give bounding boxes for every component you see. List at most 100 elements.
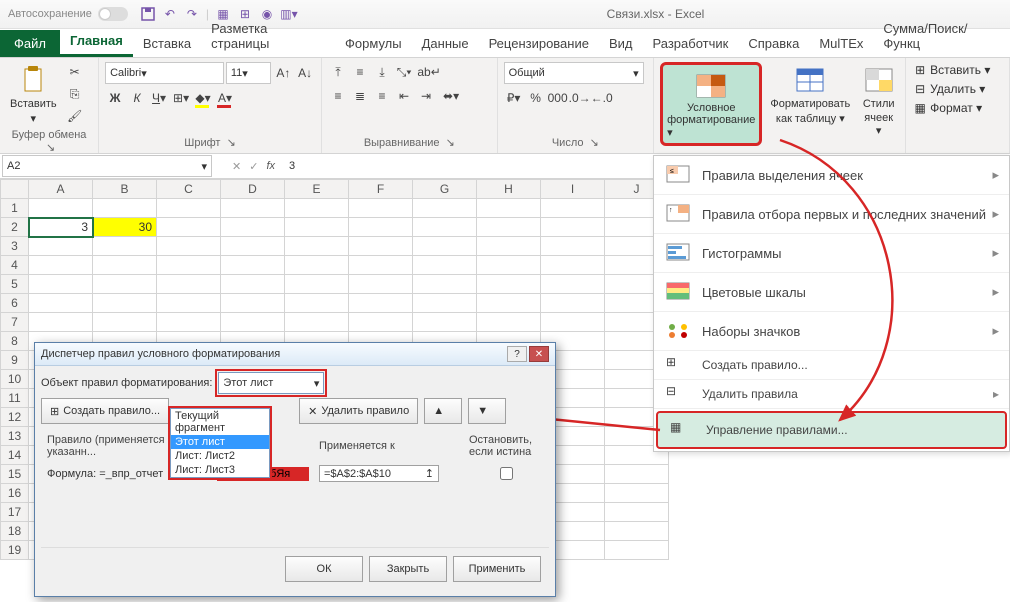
tab-layout[interactable]: Разметка страницы <box>201 15 335 57</box>
tab-sum[interactable]: Сумма/Поиск/Функц <box>873 15 1010 57</box>
menu-highlight-cells[interactable]: ≤ Правила выделения ячеек▸ <box>654 156 1009 195</box>
menu-color-scales[interactable]: Цветовые шкалы▸ <box>654 273 1009 312</box>
tab-insert[interactable]: Вставка <box>133 30 201 57</box>
data-bars-icon <box>666 243 690 263</box>
underline-button[interactable]: Ч▾ <box>149 88 169 108</box>
icon-sets-icon <box>666 321 690 341</box>
delete-cells-button[interactable]: ⊟Удалить ▾ <box>912 81 1003 97</box>
dialog-close-icon[interactable]: ✕ <box>529 346 549 362</box>
group-number-label: Число ↘ <box>504 136 647 149</box>
merge-icon[interactable]: ⬌▾ <box>438 86 464 106</box>
undo-icon[interactable]: ↶ <box>162 6 178 22</box>
comma-icon[interactable]: 000 <box>548 88 568 108</box>
align-top-icon[interactable]: ⤒ <box>328 62 348 82</box>
tab-view[interactable]: Вид <box>599 30 643 57</box>
rule-row[interactable]: Формула: =_впр_отчет АаВbБбЯя =$A$2:$A$1… <box>43 462 547 485</box>
menu-clear-rules[interactable]: ⊟ Удалить правила▸ <box>654 380 1009 409</box>
dialog-title-bar[interactable]: Диспетчер правил условного форматировани… <box>35 343 555 366</box>
format-cells-button[interactable]: ▦Формат ▾ <box>912 100 1003 116</box>
clipboard-icon <box>17 64 49 96</box>
table-icon <box>794 64 826 96</box>
paste-button[interactable]: Вставить▾ <box>6 62 61 127</box>
fx-icon[interactable]: fx <box>266 160 275 172</box>
stop-if-true-checkbox[interactable] <box>500 467 513 480</box>
ribbon: Вставить▾ ✂ ⎘ 🖌 Буфер обмена ↘ Calibri ▾… <box>0 58 1010 154</box>
move-down-button[interactable]: ▼ <box>468 398 506 424</box>
formula-input[interactable]: 3 <box>289 160 295 172</box>
font-name-combo[interactable]: Calibri ▾ <box>105 62 224 84</box>
move-up-button[interactable]: ▲ <box>424 398 462 424</box>
dialog-help-icon[interactable]: ? <box>507 346 527 362</box>
tab-review[interactable]: Рецензирование <box>479 30 599 57</box>
decrease-font-icon[interactable]: A↓ <box>295 63 315 83</box>
redo-icon[interactable]: ↷ <box>184 6 200 22</box>
increase-decimal-icon[interactable]: .0→ <box>570 88 590 108</box>
scope-dropdown-list[interactable]: Текущий фрагмент Этот лист Лист: Лист2 Л… <box>170 408 270 478</box>
tab-developer[interactable]: Разработчик <box>643 30 739 57</box>
format-painter-icon[interactable]: 🖌 <box>65 106 85 126</box>
increase-font-icon[interactable]: A↑ <box>273 63 293 83</box>
title-bar: Автосохранение ↶ ↷ | ▦ ⊞ ◉ ▥▾ Связи.xlsx… <box>0 0 1010 29</box>
cell-b2: 30 <box>93 218 157 237</box>
scope-label: Объект правил форматирования: <box>41 377 212 389</box>
rules-table: Правило (применяется в указанн... Примен… <box>41 430 549 487</box>
close-button[interactable]: Закрыть <box>369 556 447 582</box>
borders-button[interactable]: ⊞▾ <box>171 88 191 108</box>
tab-multex[interactable]: MulTEx <box>809 30 873 57</box>
new-rule-button[interactable]: ⊞Создать правило... <box>41 398 169 424</box>
tab-help[interactable]: Справка <box>738 30 809 57</box>
number-format-combo[interactable]: Общий ▾ <box>504 62 644 84</box>
wrap-text-icon[interactable]: ab↵ <box>416 62 442 82</box>
applies-to-input[interactable]: =$A$2:$A$10↥ <box>319 465 439 482</box>
indent-left-icon[interactable]: ⇤ <box>394 86 414 106</box>
tab-formulas[interactable]: Формулы <box>335 30 412 57</box>
conditional-formatting-icon <box>695 70 727 102</box>
currency-icon[interactable]: ₽▾ <box>504 88 524 108</box>
bold-button[interactable]: Ж <box>105 88 125 108</box>
decrease-decimal-icon[interactable]: ←.0 <box>592 88 612 108</box>
scope-combo[interactable]: Этот лист▾ <box>218 372 324 394</box>
autosave-toggle[interactable]: Автосохранение <box>8 7 128 21</box>
delete-rule-icon: ✕ <box>308 405 317 418</box>
new-rule-icon: ⊞ <box>50 405 59 418</box>
copy-icon[interactable]: ⎘ <box>65 84 85 104</box>
save-icon[interactable] <box>140 6 156 22</box>
menu-top-bottom[interactable]: ↑ Правила отбора первых и последних знач… <box>654 195 1009 234</box>
range-picker-icon[interactable]: ↥ <box>425 467 434 480</box>
cut-icon[interactable]: ✂ <box>65 62 85 82</box>
format-as-table-button[interactable]: Форматироватькак таблицу ▾ <box>766 62 854 127</box>
ribbon-tabs: Файл Главная Вставка Разметка страницы Ф… <box>0 29 1010 58</box>
cancel-icon[interactable]: ✕ <box>232 160 241 173</box>
tab-data[interactable]: Данные <box>412 30 479 57</box>
indent-right-icon[interactable]: ⇥ <box>416 86 436 106</box>
align-right-icon[interactable]: ≡ <box>372 86 392 106</box>
font-color-button[interactable]: A▾ <box>215 88 235 108</box>
align-center-icon[interactable]: ≣ <box>350 86 370 106</box>
menu-icon-sets[interactable]: Наборы значков▸ <box>654 312 1009 351</box>
ok-button[interactable]: ОК <box>285 556 363 582</box>
menu-manage-rules[interactable]: ▦ Управление правилами... <box>656 411 1007 449</box>
orientation-icon[interactable]: ⤡▾ <box>394 62 414 82</box>
new-rule-icon: ⊞ <box>666 355 690 375</box>
delete-rule-button[interactable]: ✕Удалить правило <box>299 398 418 424</box>
cell-styles-icon <box>863 64 895 96</box>
cell-styles-button[interactable]: Стилиячеек ▾ <box>858 62 899 139</box>
percent-icon[interactable]: % <box>526 88 546 108</box>
insert-cells-button[interactable]: ⊞Вставить ▾ <box>912 62 1003 78</box>
name-box[interactable]: A2▾ <box>2 155 212 177</box>
tab-file[interactable]: Файл <box>0 30 60 57</box>
menu-data-bars[interactable]: Гистограммы▸ <box>654 234 1009 273</box>
menu-new-rule[interactable]: ⊞ Создать правило... <box>654 351 1009 380</box>
apply-button[interactable]: Применить <box>453 556 541 582</box>
highlight-cells-icon: ≤ <box>666 165 690 185</box>
align-bottom-icon[interactable]: ⤓ <box>372 62 392 82</box>
italic-button[interactable]: К <box>127 88 147 108</box>
align-left-icon[interactable]: ≡ <box>328 86 348 106</box>
enter-icon[interactable]: ✓ <box>249 160 258 173</box>
manage-rules-icon: ▦ <box>670 420 694 440</box>
conditional-formatting-button[interactable]: Условное форматирование ▾ <box>660 62 762 146</box>
fill-color-button[interactable]: ◆▾ <box>193 88 213 108</box>
font-size-combo[interactable]: 11 ▾ <box>226 62 272 84</box>
align-middle-icon[interactable]: ≡ <box>350 62 370 82</box>
tab-home[interactable]: Главная <box>60 27 133 57</box>
